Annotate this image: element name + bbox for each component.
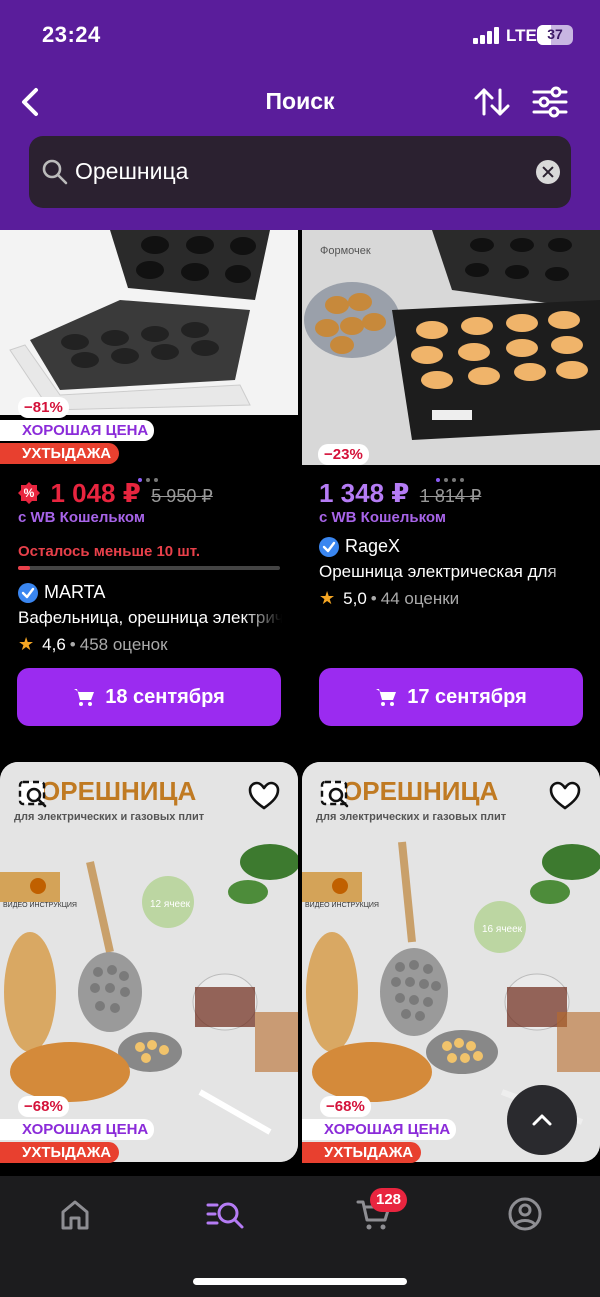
delivery-date: 18 сентября — [105, 685, 225, 708]
wallet-note: с WB Кошельком — [18, 509, 145, 526]
image-caption: Формочек — [320, 245, 371, 257]
discount-badge: −23% — [318, 444, 369, 465]
wallet-note: с WB Кошельком — [319, 509, 446, 526]
discount-icon: % — [18, 482, 40, 504]
cart-icon — [376, 689, 397, 706]
old-price: 1 814 ₽ — [419, 486, 482, 506]
product-name[interactable]: Вафельница, орешница электрическая — [18, 608, 282, 628]
waffle-maker-image — [0, 230, 298, 415]
add-to-cart-button[interactable]: 17 сентября — [319, 668, 583, 726]
status-time: 23:24 — [42, 22, 101, 47]
stock-bar — [18, 566, 280, 570]
sort-icon[interactable] — [472, 84, 512, 120]
search-icon — [42, 159, 68, 185]
rating: ★ 5,0 • 44 оценки — [319, 588, 459, 609]
reviews-count: 44 оценки — [380, 588, 460, 608]
discount-badge: −81% — [18, 397, 69, 418]
product-badges: −68% ХОРОШАЯ ЦЕНА УХТЫДАЖА — [0, 1096, 155, 1163]
brand-name: MARTA — [44, 582, 106, 602]
add-to-cart-button[interactable]: 18 сентября — [17, 668, 281, 726]
verified-icon — [319, 536, 339, 557]
video-label: ВИДЕО ИНСТРУКЦИЯ — [305, 902, 379, 909]
cart-icon — [74, 689, 95, 706]
favorite-icon[interactable] — [248, 781, 280, 811]
header: 23:24 LTE 37 Поиск Орешница — [0, 0, 600, 230]
rating-value: 5,0 — [343, 588, 367, 608]
image-title: ОРЕШНИЦА — [40, 776, 196, 806]
product-image[interactable] — [0, 230, 298, 415]
status-bar: 23:24 LTE 37 — [0, 0, 600, 72]
old-price: 5 950 ₽ — [151, 486, 213, 506]
product-badges: −81% ХОРОШАЯ ЦЕНА УХТЫДАЖА — [0, 397, 155, 464]
product-price: 1 048 ₽ — [50, 478, 141, 508]
image-subtitle: для электрических и газовых плит — [14, 811, 205, 823]
scroll-top-button[interactable] — [507, 1085, 577, 1155]
discount-badge: −68% — [320, 1096, 371, 1117]
chevron-up-icon — [532, 1114, 552, 1126]
network-label: LTE — [506, 26, 537, 45]
similar-search-icon[interactable] — [18, 780, 50, 810]
image-pager — [130, 1168, 170, 1181]
rating-separator: • — [370, 588, 377, 608]
catalog-search-icon[interactable] — [205, 1194, 245, 1234]
rating: ★ 4,6 • 458 оценок — [18, 634, 168, 655]
signal-icon — [473, 27, 501, 44]
filter-icon[interactable] — [530, 84, 570, 120]
search-input[interactable]: Орешница — [75, 158, 188, 185]
product-badges: −23% — [318, 444, 369, 465]
price-row: 1 348 ₽ 1 814 ₽ — [319, 478, 481, 509]
brand[interactable]: MARTA — [18, 582, 105, 603]
hot-deal-badge: УХТЫДАЖА — [0, 1142, 120, 1163]
nav-bar: Поиск — [0, 72, 600, 132]
home-icon[interactable] — [55, 1194, 95, 1234]
good-price-badge: ХОРОШАЯ ЦЕНА — [302, 1119, 457, 1140]
image-title: ОРЕШНИЦА — [342, 776, 498, 806]
price-row: % 1 048 ₽ 5 950 ₽ — [18, 478, 213, 509]
brand[interactable]: RageX — [319, 536, 400, 557]
svg-text:%: % — [24, 486, 35, 500]
image-subtitle: для электрических и газовых плит — [316, 811, 507, 823]
cells-label: 16 ячеек — [482, 924, 523, 935]
waffle-maker-image: Формочек — [302, 230, 600, 465]
star-icon: ★ — [319, 588, 336, 608]
profile-icon[interactable] — [505, 1194, 545, 1234]
reviews-count: 458 оценок — [79, 634, 168, 654]
video-label: ВИДЕО ИНСТРУКЦИЯ — [3, 902, 77, 909]
brand-name: RageX — [345, 536, 401, 556]
search-bar[interactable]: Орешница — [29, 136, 571, 208]
similar-search-icon[interactable] — [320, 780, 352, 810]
hot-deal-badge: УХТЫДАЖА — [0, 443, 120, 464]
home-indicator — [193, 1278, 407, 1285]
star-icon: ★ — [18, 634, 35, 654]
good-price-badge: ХОРОШАЯ ЦЕНА — [0, 420, 155, 441]
cells-label: 12 ячеек — [150, 899, 191, 910]
image-pager — [436, 469, 468, 482]
rating-value: 4,6 — [42, 634, 66, 654]
good-price-badge: ХОРОШАЯ ЦЕНА — [0, 1119, 155, 1140]
hot-deal-badge: УХТЫДАЖА — [302, 1142, 422, 1163]
delivery-date: 17 сентября — [407, 685, 527, 708]
product-name[interactable]: Орешница электрическая для — [319, 562, 583, 582]
rating-separator: • — [69, 634, 76, 654]
product-price: 1 348 ₽ — [319, 478, 410, 508]
image-pager — [138, 469, 162, 482]
stock-note: Осталось меньше 10 шт. — [18, 543, 201, 560]
discount-badge: −68% — [18, 1096, 69, 1117]
cart-count-badge: 128 — [370, 1188, 408, 1212]
battery-icon: 37 — [537, 25, 573, 45]
clear-search-icon[interactable] — [536, 160, 560, 184]
favorite-icon[interactable] — [549, 781, 581, 811]
product-image[interactable]: Формочек — [302, 230, 600, 465]
product-badges: −68% ХОРОШАЯ ЦЕНА УХТЫДАЖА — [302, 1096, 457, 1163]
verified-icon — [18, 582, 38, 603]
image-pager — [432, 1168, 472, 1181]
battery-level: 37 — [547, 26, 563, 42]
